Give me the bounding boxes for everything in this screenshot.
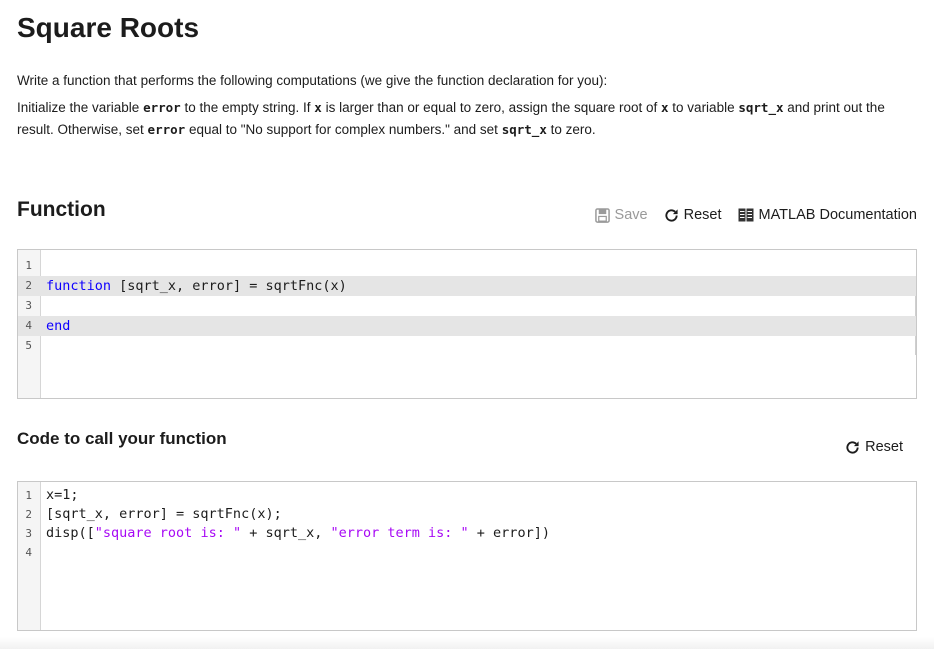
call-code-editor[interactable]: 1 x=1; 2 [sqrt_x, error] = sqrtFnc(x); 3 disp… [17,481,917,631]
reset-label: Reset [683,207,722,223]
line-number: 4 [25,319,32,332]
code-text: function [sqrt_x, error] = sqrtFnc(x) [46,276,347,296]
code-text: x=1; [46,486,79,505]
description-text: to variable [668,100,739,115]
code-line[interactable]: 3 [18,296,916,316]
bottom-fade [0,637,934,649]
description-paragraph-2: Initialize the variable error to the emp… [17,97,897,141]
line-number: 4 [25,546,32,559]
save-button[interactable]: Save [594,207,648,223]
code-string: "square root is: " [94,525,242,541]
description-text: equal to "No support for complex numbers… [185,122,502,137]
problem-description: Write a function that performs the follo… [17,70,897,141]
inline-code: sqrt_x [501,122,547,137]
function-toolbar: Save Reset MATLAB Documentation [579,207,917,223]
code-text: disp(["square root is: " + sqrt_x, "erro… [46,524,550,543]
code-token: + sqrt_x, [241,525,331,541]
code-line[interactable]: 4 [18,543,916,562]
code-token: [sqrt_x, error] = sqrtFnc(x); [46,506,282,522]
code-token: x=1; [46,487,79,503]
code-token: + error]) [468,525,550,541]
description-text: is larger than or equal to zero, assign … [321,100,662,115]
reset-button[interactable]: Reset [664,207,722,223]
line-number: 2 [25,279,32,292]
code-line[interactable]: 1 [18,256,916,276]
call-reset-button[interactable]: Reset [845,439,903,455]
page-title: Square Roots [17,12,200,43]
code-token: [sqrt_x, error] = sqrtFnc(x) [111,278,347,294]
inline-code: x [661,100,669,115]
code-line[interactable]: 2 [sqrt_x, error] = sqrtFnc(x); [18,505,916,524]
line-number: 5 [25,339,32,352]
function-section-title: Function [17,198,106,221]
matlab-documentation-button[interactable]: MATLAB Documentation [738,207,918,223]
inline-code: x [314,100,322,115]
reset-icon [664,208,679,223]
description-line-1: Write a function that performs the follo… [17,73,608,88]
function-code-editor[interactable]: 1 2 function [sqrt_x, error] = sqrtFnc(x) 3… [17,249,917,399]
code-line[interactable]: 4 end [18,316,916,336]
line-number: 1 [25,489,32,502]
code-line[interactable]: 5 [18,336,916,356]
line-number: 3 [25,527,32,540]
code-line[interactable]: 1 x=1; [18,486,916,505]
description-text: to zero. [546,122,596,137]
reset-label: Reset [865,439,903,455]
description-text: Initialize the variable [17,100,144,115]
code-text: [sqrt_x, error] = sqrtFnc(x); [46,505,282,524]
inline-code: sqrt_x [738,100,784,115]
inline-code: error [147,122,186,137]
line-number: 2 [25,508,32,521]
editor-lines: 1 x=1; 2 [sqrt_x, error] = sqrtFnc(x); 3 disp… [18,486,916,562]
reset-icon [845,440,860,455]
docs-label: MATLAB Documentation [758,207,918,223]
call-section-title: Code to call your function [17,429,227,448]
code-line[interactable]: 2 function [sqrt_x, error] = sqrtFnc(x) [18,276,916,296]
book-icon [738,208,754,222]
save-label: Save [614,207,648,223]
code-text: end [46,316,70,336]
line-number: 3 [25,299,32,312]
inline-code: error [143,100,181,115]
description-text: to the empty string. If [180,100,315,115]
code-token: disp([ [46,525,95,541]
code-keyword: end [46,318,71,334]
code-keyword: function [46,278,112,294]
save-icon [594,207,610,223]
line-number: 1 [25,259,32,272]
code-string: "error term is: " [330,525,469,541]
editor-lines: 1 2 function [sqrt_x, error] = sqrtFnc(x) 3… [18,256,916,356]
code-line[interactable]: 3 disp(["square root is: " + sqrt_x, "err… [18,524,916,543]
